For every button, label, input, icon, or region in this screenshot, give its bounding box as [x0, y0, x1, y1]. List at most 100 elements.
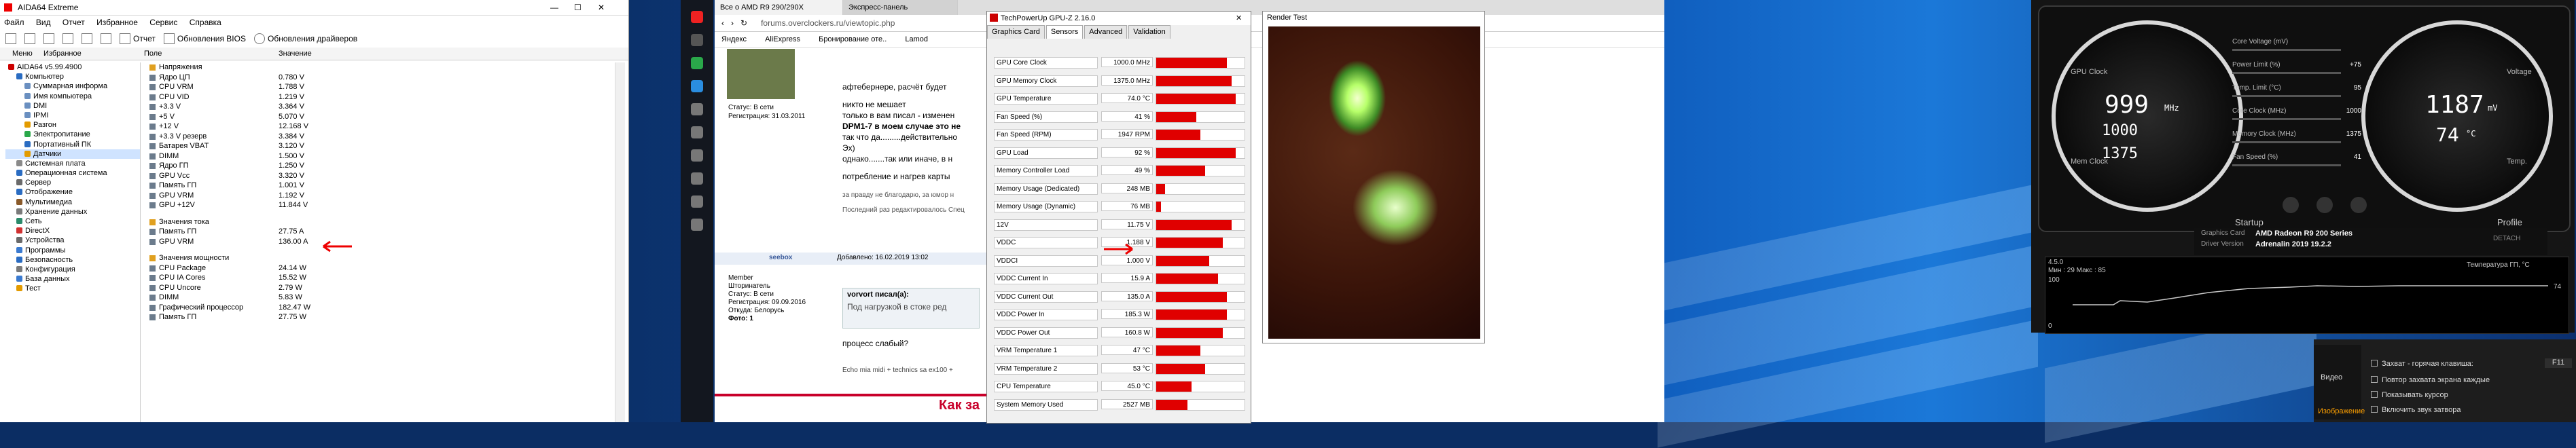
close-icon[interactable]: ✕ — [598, 0, 605, 15]
sensor-label[interactable]: VDDC — [994, 237, 1098, 248]
tab-menu[interactable]: Меню — [12, 48, 33, 60]
tree-item[interactable]: Конфигурация — [5, 265, 140, 274]
slider-track[interactable] — [2232, 49, 2341, 51]
sensor-label[interactable]: Fan Speed (RPM) — [994, 129, 1098, 141]
sensor-row[interactable]: Память ГП 27.75 W — [144, 312, 620, 322]
sensor-row[interactable]: CPU Uncore 2.79 W — [144, 283, 620, 293]
sensor-label[interactable]: VDDCI — [994, 255, 1098, 267]
sensor-row[interactable]: CPU VID 1.219 V — [144, 92, 620, 102]
tree-item[interactable]: Электропитание — [5, 130, 140, 139]
bios-update-button[interactable]: Обновления BIOS — [163, 33, 246, 44]
sensor-row[interactable]: Память ГП 1.001 V — [144, 181, 620, 191]
tree-item[interactable]: AIDA64 v5.99.4900 — [5, 62, 140, 72]
slider-track[interactable] — [2232, 72, 2341, 74]
whatsapp-icon[interactable] — [691, 57, 703, 69]
sensor-row[interactable]: GPU VRM 136.00 A — [144, 237, 620, 247]
driver-update-button[interactable]: Обновления драйверов — [253, 33, 357, 44]
sensor-label[interactable]: Memory Usage (Dedicated) — [994, 183, 1098, 195]
tree-item[interactable]: DMI — [5, 101, 140, 111]
tree-item[interactable]: Отображение — [5, 187, 140, 197]
tree-item[interactable]: Суммарная информа — [5, 81, 140, 91]
user-icon[interactable] — [82, 33, 92, 44]
refresh-icon[interactable] — [62, 33, 73, 44]
slider-track[interactable] — [2232, 118, 2341, 120]
chart-icon[interactable] — [101, 33, 111, 44]
search-icon[interactable] — [691, 103, 703, 115]
sensor-row[interactable]: CPU IA Cores 15.52 W — [144, 273, 620, 283]
menu-help[interactable]: Справка — [190, 18, 221, 27]
column-field[interactable]: Поле — [144, 48, 162, 60]
tab-advanced[interactable]: Advanced — [1084, 25, 1128, 39]
sensor-label[interactable]: VDDC Power In — [994, 309, 1098, 320]
camera-icon[interactable] — [691, 126, 703, 138]
sensor-row[interactable]: +3.3 V 3.364 V — [144, 102, 620, 112]
tree-item[interactable]: Сеть — [5, 217, 140, 226]
sensor-label[interactable]: VRM Temperature 2 — [994, 362, 1098, 375]
tab-express[interactable]: Экспресс-панель — [843, 0, 958, 15]
hotkey-field[interactable]: F11 — [2545, 358, 2572, 368]
sensor-label[interactable]: Memory Usage (Dynamic) — [994, 201, 1098, 212]
tree-item[interactable]: Портативный ПК — [5, 140, 140, 149]
tree-item[interactable]: Тест — [5, 284, 140, 293]
menu-service[interactable]: Сервис — [149, 18, 177, 27]
slider-track[interactable] — [2232, 141, 2341, 143]
grid-icon[interactable] — [691, 149, 703, 162]
sensor-row[interactable]: GPU Vcc 3.320 V — [144, 171, 620, 181]
tree-item[interactable]: База данных — [5, 274, 140, 284]
sensor-label[interactable]: 12V — [994, 219, 1098, 231]
tab-graphics-card[interactable]: Graphics Card — [987, 25, 1045, 39]
tab-validation[interactable]: Validation — [1128, 25, 1170, 39]
tab-forum[interactable]: Все о AMD R9 290/290X — [715, 0, 843, 15]
telegram-icon[interactable] — [691, 80, 703, 92]
sidebar-image[interactable]: Изображение — [2318, 407, 2365, 415]
history-icon[interactable] — [691, 195, 703, 208]
clock-icon[interactable] — [691, 219, 703, 231]
bookmark-yandex[interactable]: Яндекс — [721, 35, 747, 43]
sensor-row[interactable]: Память ГП 27.75 A — [144, 227, 620, 237]
menu-file[interactable]: Файл — [4, 18, 24, 27]
column-value[interactable]: Значение — [279, 48, 312, 60]
post2-username[interactable]: seebox — [769, 254, 792, 261]
sensor-row[interactable]: GPU VRM 1.192 V — [144, 191, 620, 201]
apply-icon[interactable] — [2350, 197, 2367, 213]
slider-track[interactable] — [2232, 164, 2341, 166]
tree-item[interactable]: Операционная система — [5, 168, 140, 178]
hotkey-checkbox[interactable] — [2371, 360, 2378, 367]
tree-item[interactable]: DirectX — [5, 226, 140, 236]
sensor-row[interactable]: Графический процессор 182.47 W — [144, 303, 620, 313]
sensor-label[interactable]: GPU Load — [994, 147, 1098, 159]
settings-icon[interactable] — [2316, 197, 2333, 213]
minimize-icon[interactable]: — — [550, 0, 558, 15]
tree-item[interactable]: Безопасность — [5, 255, 140, 265]
menu-view[interactable]: Вид — [36, 18, 51, 27]
tab-favorites[interactable]: Избранное — [43, 48, 82, 60]
back-icon[interactable]: ‹ — [721, 18, 724, 28]
menu-favorites[interactable]: Избранное — [96, 18, 138, 27]
tree-item[interactable]: Мультимедиа — [5, 198, 140, 207]
tree-item[interactable]: Разгон — [5, 120, 140, 130]
sensor-row[interactable]: Ядро ГП 1.250 V — [144, 161, 620, 171]
sensor-row[interactable]: GPU +12V 11.844 V — [144, 200, 620, 210]
messenger-icon[interactable] — [691, 34, 703, 46]
sensor-row[interactable]: Батарея VBAT 3.120 V — [144, 141, 620, 151]
up-icon[interactable] — [43, 33, 54, 44]
tree-item[interactable]: Программы — [5, 246, 140, 255]
sensor-row[interactable]: DIMM 5.83 W — [144, 293, 620, 303]
maximize-icon[interactable]: ☐ — [574, 0, 582, 15]
sensor-row[interactable]: +3.3 V резерв 3.384 V — [144, 132, 620, 142]
sensor-label[interactable]: CPU Temperature — [994, 381, 1098, 392]
heart-icon[interactable] — [691, 172, 703, 185]
sensor-row[interactable]: Ядро ЦП 0.780 V — [144, 73, 620, 83]
bookmark-lamoda[interactable]: Lamod — [905, 35, 928, 43]
sensor-label[interactable]: VDDC Current In — [994, 273, 1098, 284]
close-icon[interactable]: ✕ — [1236, 12, 1242, 25]
sensor-label[interactable]: VRM Temperature 1 — [994, 345, 1098, 356]
tab-sensors[interactable]: Sensors — [1045, 25, 1084, 39]
sensor-label[interactable]: VDDC Current Out — [994, 291, 1098, 303]
sensor-label[interactable]: GPU Temperature — [994, 93, 1098, 105]
reset-icon[interactable] — [2283, 197, 2299, 213]
sensor-label[interactable]: System Memory Used — [994, 398, 1098, 411]
tree-item[interactable]: Датчики — [5, 149, 140, 159]
bookmark-aliexpress[interactable]: AliExpress — [765, 35, 800, 43]
sensor-row[interactable]: CPU Package 24.14 W — [144, 263, 620, 274]
